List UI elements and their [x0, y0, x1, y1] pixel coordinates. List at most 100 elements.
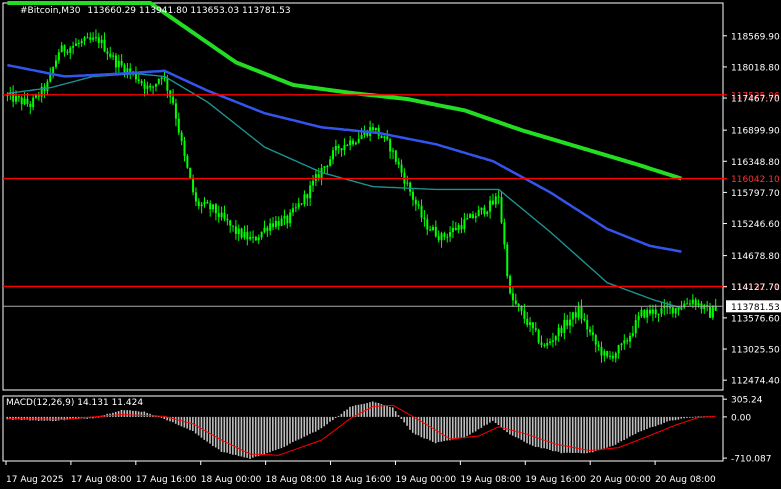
candle-body — [20, 97, 23, 105]
macd-bar — [123, 410, 126, 417]
candle-body — [537, 329, 540, 343]
candle-body — [477, 210, 480, 217]
candle-body — [177, 118, 180, 133]
candle-body — [274, 220, 277, 227]
macd-bar — [520, 416, 523, 440]
candle-body — [237, 228, 240, 234]
candle-body — [249, 236, 252, 240]
candle-body — [200, 204, 203, 207]
candle-body — [466, 218, 469, 220]
macd-bar — [63, 416, 66, 421]
candle-body — [74, 43, 77, 46]
candle-body — [100, 39, 103, 43]
macd-bar — [411, 416, 414, 433]
candle-body — [312, 180, 315, 186]
macd-bar — [386, 405, 388, 417]
y-tick-label: 116899.90 — [731, 127, 780, 137]
candle-body — [86, 37, 89, 39]
candle-body — [303, 194, 306, 205]
candle-body — [254, 236, 257, 241]
candle-body — [617, 345, 620, 354]
candle-body — [651, 309, 654, 314]
macd-bar — [374, 402, 377, 417]
candle-body — [554, 336, 557, 341]
macd-bar — [309, 416, 311, 434]
candle-body — [286, 215, 289, 224]
candle-body — [280, 218, 283, 226]
candle-body — [60, 45, 63, 53]
candle-body — [214, 204, 217, 214]
symbol-ohlc-header: #Bitcoin,M30 113660.29 113941.80 113653.… — [20, 6, 291, 16]
candle-body — [703, 305, 706, 309]
candle-body — [600, 346, 603, 356]
macd-bar — [314, 416, 317, 432]
macd-bar — [546, 416, 548, 449]
macd-bar — [600, 416, 603, 450]
macd-bar — [423, 416, 426, 439]
macd-bar — [346, 409, 348, 417]
candle-body — [440, 233, 443, 241]
candle-body — [246, 231, 249, 240]
macd-bar — [426, 416, 428, 439]
macd-bar — [177, 416, 180, 426]
candle-body — [400, 164, 403, 173]
x-tick-label: 20 Aug 08:00 — [655, 475, 716, 485]
macd-bar — [137, 411, 140, 417]
current-price-label: 113781.53 — [731, 303, 780, 313]
candle-body — [394, 150, 397, 162]
candle-body — [229, 220, 232, 226]
macd-bar — [320, 416, 323, 429]
macd-bar — [329, 416, 331, 422]
candle-body — [292, 208, 295, 213]
macd-bar — [551, 416, 554, 452]
candle-body — [192, 178, 195, 193]
macd-bar — [277, 416, 280, 450]
candle-body — [486, 211, 489, 215]
candle-body — [106, 51, 109, 54]
macd-bar — [654, 416, 657, 427]
candle-body — [232, 225, 235, 227]
candle-body — [257, 237, 260, 241]
candle-body — [317, 174, 320, 179]
macd-bar — [249, 416, 251, 459]
macd-bar — [634, 416, 637, 434]
macd-bar — [643, 416, 645, 431]
candle-body — [640, 309, 643, 317]
candle-body — [483, 207, 486, 215]
candle-body — [429, 229, 432, 231]
candle-body — [669, 307, 672, 309]
candle-body — [374, 127, 377, 131]
macd-bar — [477, 416, 480, 430]
candle-body — [69, 47, 72, 53]
macd-bar — [689, 416, 691, 418]
macd-bar — [143, 411, 146, 417]
candle-body — [306, 194, 309, 199]
macd-bar — [383, 405, 386, 417]
macd-bar — [200, 416, 203, 438]
macd-bar — [474, 416, 477, 432]
candle-body — [14, 96, 17, 102]
candle-body — [212, 204, 215, 210]
macd-bar — [617, 416, 620, 443]
macd-bar — [671, 416, 674, 421]
candle-body — [660, 308, 663, 314]
macd-bar — [352, 406, 354, 417]
macd-bar — [260, 416, 263, 456]
candle-body — [272, 223, 275, 227]
candle-body — [263, 227, 266, 232]
candle-body — [566, 320, 569, 326]
price-chart[interactable]: 117525.06116042.10114132.71113781.53 118… — [0, 0, 781, 489]
candle-body — [603, 351, 606, 356]
candle-body — [500, 197, 503, 223]
candle-body — [531, 322, 534, 329]
macd-bar — [212, 416, 214, 447]
macd-bar — [306, 416, 308, 436]
candle-body — [332, 150, 335, 160]
candle-body — [297, 203, 300, 208]
macd-bar — [586, 416, 588, 454]
candle-body — [589, 329, 592, 333]
macd-bar — [597, 416, 600, 451]
candle-body — [117, 60, 120, 68]
macd-bar — [391, 407, 394, 417]
macd-bar — [437, 416, 440, 443]
